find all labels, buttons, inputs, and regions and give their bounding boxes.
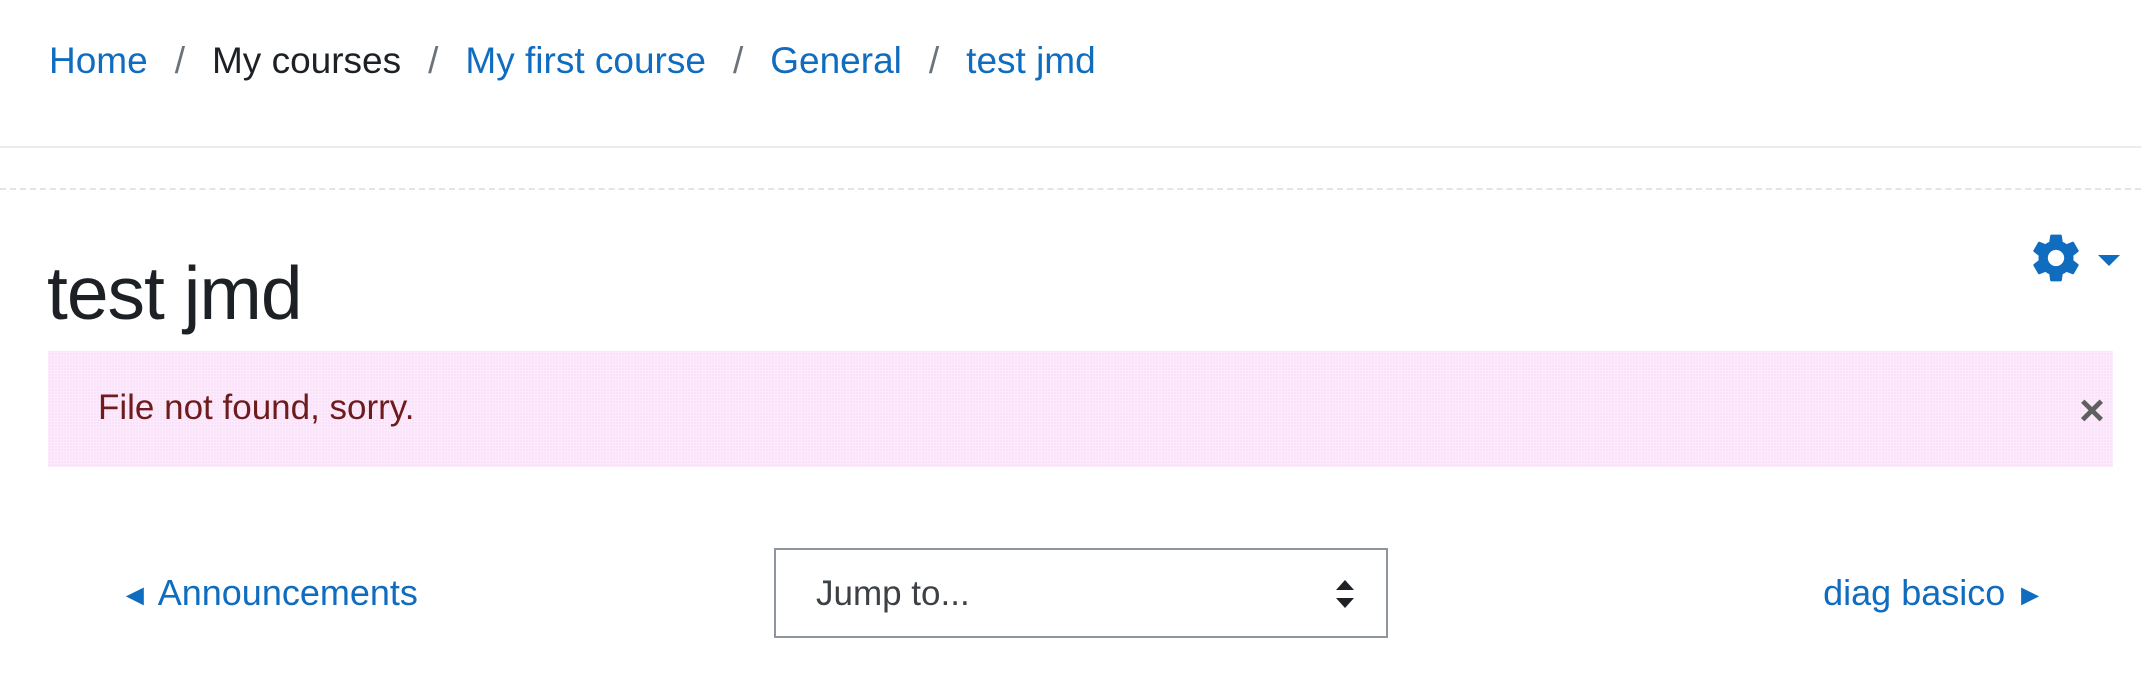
next-activity-link[interactable]: diag basico ► <box>1823 572 2045 614</box>
region-divider <box>0 188 2141 190</box>
prev-activity-link[interactable]: ◄ Announcements <box>120 572 418 614</box>
select-arrows-icon <box>1336 580 1354 608</box>
jump-to-select[interactable]: Jump to... <box>774 548 1388 638</box>
close-icon[interactable]: × <box>2062 381 2122 441</box>
gear-icon <box>2033 234 2079 282</box>
prev-activity-label: Announcements <box>157 572 418 613</box>
breadcrumb-section[interactable]: General <box>770 40 902 82</box>
header-divider <box>0 146 2141 148</box>
breadcrumb-separator: / <box>174 40 185 81</box>
settings-menu-button[interactable] <box>2028 228 2128 288</box>
caret-down-icon <box>2098 254 2120 266</box>
breadcrumb: Home / My courses / My first course / Ge… <box>49 36 1096 86</box>
left-arrow-icon: ◄ <box>120 579 150 612</box>
right-arrow-icon: ► <box>2015 579 2045 612</box>
error-alert: File not found, sorry. × <box>48 351 2113 467</box>
breadcrumb-home[interactable]: Home <box>49 40 148 82</box>
page: Home / My courses / My first course / Ge… <box>0 0 2141 676</box>
breadcrumb-separator: / <box>732 40 744 81</box>
breadcrumb-separator: / <box>428 40 439 81</box>
next-activity-label: diag basico <box>1823 572 2006 613</box>
breadcrumb-course[interactable]: My first course <box>465 40 706 82</box>
page-title: test jmd <box>47 251 303 335</box>
breadcrumb-separator: / <box>928 40 940 81</box>
alert-message: File not found, sorry. <box>98 388 415 427</box>
breadcrumb-my-courses: My courses <box>211 40 402 81</box>
breadcrumb-activity[interactable]: test jmd <box>966 40 1096 82</box>
jump-to-value: Jump to... <box>816 574 970 613</box>
